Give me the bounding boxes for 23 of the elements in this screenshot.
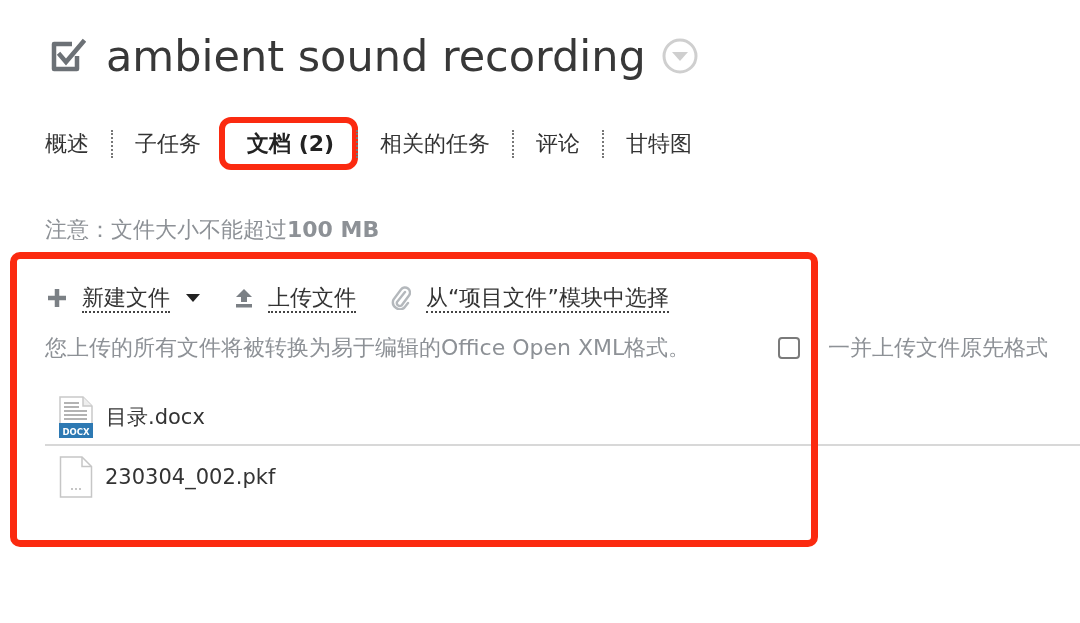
file-name-link[interactable]: 目录.docx (106, 403, 205, 431)
tab[interactable]: 甘特图 (602, 130, 715, 158)
notice-text: 注意：文件大小不能超过100 MB (45, 217, 380, 243)
document-file-icon: DOCX (58, 396, 94, 438)
tab[interactable]: 概述 (45, 130, 111, 158)
plus-icon[interactable] (47, 288, 67, 308)
checked-box-icon (50, 38, 86, 74)
toolbar-link[interactable]: 新建文件 (82, 283, 170, 313)
tab[interactable]: 评论 (512, 130, 603, 158)
checkbox-label: 一并上传文件原先格式 (828, 334, 1048, 362)
conversion-note: 您上传的所有文件将被转换为易于编辑的Office Open XML格式。 (45, 334, 691, 362)
tab[interactable]: 子任务 (111, 130, 223, 158)
paperclip-icon[interactable] (391, 286, 411, 310)
upload-icon[interactable] (235, 288, 253, 308)
file-icon (59, 456, 93, 498)
checkbox[interactable] (778, 337, 800, 359)
tab[interactable]: 文档 (2) (223, 130, 357, 158)
caret-icon[interactable] (186, 294, 200, 302)
tab[interactable]: 相关的任务 (356, 130, 513, 158)
toolbar-link[interactable]: 上传文件 (268, 283, 356, 313)
page-title: ambient sound recording (106, 30, 646, 83)
file-name-link[interactable]: 230304_002.pkf (105, 465, 276, 489)
toolbar-link[interactable]: 从“项目文件”模块中选择 (426, 283, 669, 313)
